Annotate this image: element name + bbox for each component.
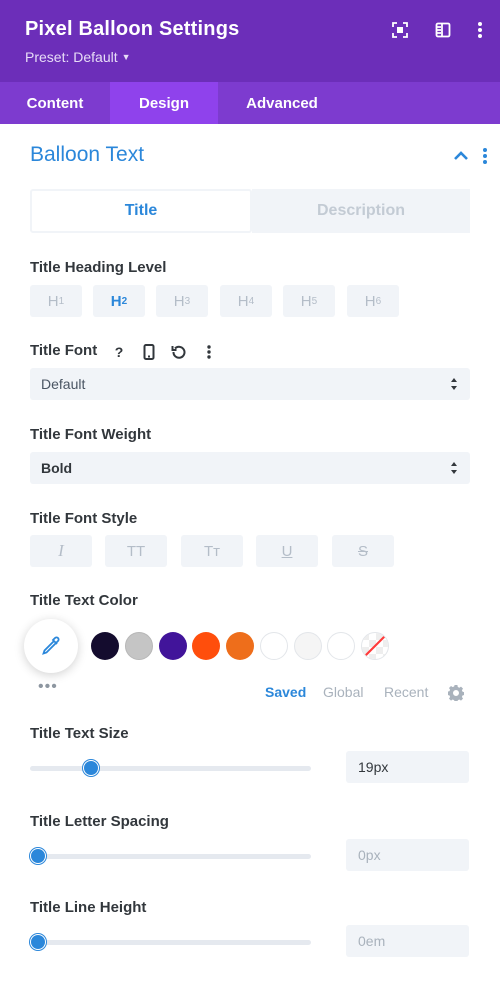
line-height-slider-track[interactable] <box>30 940 311 945</box>
heading-h6-letter: H <box>364 292 376 310</box>
chevron-up-icon[interactable] <box>452 147 470 165</box>
select-arrows-icon <box>451 378 457 390</box>
color-swatch[interactable] <box>294 632 322 660</box>
heading-h1-letter: H <box>47 292 59 310</box>
line-height-slider-handle[interactable] <box>30 934 46 950</box>
heading-h6-level: 6 <box>375 295 382 307</box>
no-color-icon <box>362 633 388 659</box>
settings-tabs: Content Design Advanced <box>0 82 500 124</box>
heading-h3-button[interactable]: H3 <box>156 285 208 317</box>
heading-h2-letter: H <box>110 292 122 310</box>
font-style-label: Title Font Style <box>30 510 138 527</box>
color-swatch[interactable] <box>327 632 355 660</box>
underline-button[interactable]: U <box>256 535 318 567</box>
saved-colors-tab[interactable]: Saved <box>265 684 306 700</box>
color-swatch[interactable] <box>226 632 254 660</box>
section-title[interactable]: Balloon Text <box>30 143 144 167</box>
section-more-icon[interactable] <box>478 146 492 166</box>
text-color-label: Title Text Color <box>30 592 138 609</box>
text-size-input[interactable]: 19px <box>346 751 469 783</box>
caret-down-icon: ▼ <box>121 52 131 62</box>
letter-spacing-slider-track[interactable] <box>30 854 311 859</box>
heading-h1-level: 1 <box>58 295 65 307</box>
eyedropper-icon <box>42 636 60 655</box>
text-size-slider-track[interactable] <box>30 766 311 771</box>
italic-button[interactable]: I <box>30 535 92 567</box>
heading-h3-letter: H <box>173 292 185 310</box>
color-picker-button[interactable] <box>24 619 78 673</box>
line-height-label: Title Line Height <box>30 899 147 916</box>
preset-selector[interactable]: Preset: Default ▼ <box>25 49 131 65</box>
font-weight-label: Title Font Weight <box>30 426 152 443</box>
sidebar-layout-icon[interactable] <box>431 18 455 42</box>
title-font-label: Title Font <box>30 342 98 359</box>
focus-icon[interactable] <box>388 18 412 42</box>
reset-icon[interactable] <box>168 341 190 363</box>
heading-level-label: Title Heading Level <box>30 259 167 276</box>
title-font-value: Default <box>41 376 86 392</box>
color-swatch[interactable] <box>91 632 119 660</box>
preset-label: Preset: Default <box>25 49 118 65</box>
tab-advanced[interactable]: Advanced <box>218 82 346 124</box>
strikethrough-button[interactable]: S <box>332 535 394 567</box>
modal-header: Pixel Balloon Settings Preset: Default ▼ <box>0 0 500 82</box>
text-subtabs: Title Description <box>30 189 470 233</box>
heading-h1-button[interactable]: H1 <box>30 285 82 317</box>
capitalize-button[interactable]: Tт <box>181 535 243 567</box>
global-colors-tab[interactable]: Global <box>323 684 363 700</box>
help-icon[interactable]: ? <box>108 341 130 363</box>
color-swatch[interactable] <box>125 632 153 660</box>
transparent-swatch[interactable] <box>361 632 389 660</box>
font-weight-value: Bold <box>41 460 73 476</box>
more-vertical-icon[interactable] <box>198 341 220 363</box>
font-option-icons: ? <box>108 341 220 363</box>
text-size-slider-handle[interactable] <box>83 760 99 776</box>
more-colors-button[interactable]: ••• <box>38 678 58 696</box>
uppercase-button[interactable]: TT <box>105 535 167 567</box>
heading-h4-letter: H <box>237 292 249 310</box>
subtab-title[interactable]: Title <box>30 189 252 233</box>
letter-spacing-input[interactable]: 0px <box>346 839 469 871</box>
letter-spacing-label: Title Letter Spacing <box>30 813 169 830</box>
select-arrows-icon <box>451 462 457 474</box>
gear-icon[interactable] <box>447 685 465 703</box>
text-size-label: Title Text Size <box>30 725 129 742</box>
tab-content[interactable]: Content <box>0 82 110 124</box>
heading-h2-level: 2 <box>121 295 128 307</box>
heading-h4-level: 4 <box>248 295 255 307</box>
recent-colors-tab[interactable]: Recent <box>384 684 428 700</box>
mobile-icon[interactable] <box>138 341 160 363</box>
heading-h4-button[interactable]: H4 <box>220 285 272 317</box>
font-weight-select[interactable]: Bold <box>30 452 470 484</box>
line-height-input[interactable]: 0em <box>346 925 469 957</box>
color-swatch[interactable] <box>159 632 187 660</box>
letter-spacing-slider-handle[interactable] <box>30 848 46 864</box>
color-swatch[interactable] <box>260 632 288 660</box>
heading-h5-level: 5 <box>311 295 318 307</box>
more-vertical-icon[interactable] <box>468 18 492 42</box>
heading-h6-button[interactable]: H6 <box>347 285 399 317</box>
heading-h2-button[interactable]: H2 <box>93 285 145 317</box>
modal-title: Pixel Balloon Settings <box>25 18 240 40</box>
heading-h5-letter: H <box>300 292 312 310</box>
heading-h3-level: 3 <box>184 295 191 307</box>
tab-design[interactable]: Design <box>110 82 218 124</box>
subtab-description[interactable]: Description <box>252 189 470 233</box>
title-font-select[interactable]: Default <box>30 368 470 400</box>
color-swatch[interactable] <box>192 632 220 660</box>
heading-h5-button[interactable]: H5 <box>283 285 335 317</box>
